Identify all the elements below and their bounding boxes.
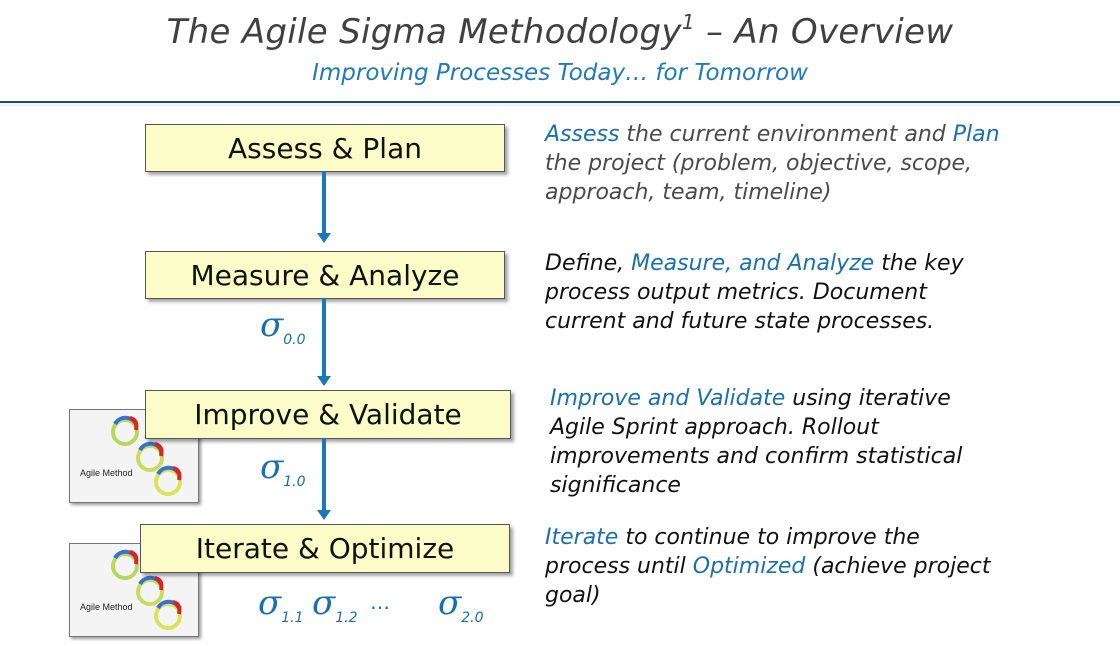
step-assess-plan[interactable]: Assess & Plan bbox=[145, 124, 505, 172]
sigma-symbol: σ bbox=[260, 447, 284, 487]
description-text: the current environment and bbox=[619, 122, 953, 147]
sigma-subscript: 1.1 bbox=[281, 609, 304, 626]
sigma-symbol: σ bbox=[260, 305, 284, 345]
page-subtitle: Improving Processes Today… for Tomorrow bbox=[312, 60, 808, 86]
sigma-subscript: 0.0 bbox=[283, 331, 306, 348]
sigma-label: σ1.2 bbox=[312, 586, 357, 625]
header-divider-glow bbox=[0, 103, 1120, 106]
sigma-symbol: σ bbox=[258, 583, 282, 623]
title-text: The Agile Sigma Methodology bbox=[166, 12, 682, 52]
highlighted-term: Assess bbox=[545, 122, 620, 147]
thumbnail-label: Agile Method bbox=[80, 602, 133, 612]
highlighted-term: Improve and Validate bbox=[550, 386, 786, 411]
step-description: Improve and Validate using iterative Agi… bbox=[550, 384, 1010, 500]
description-text: Define, bbox=[545, 251, 632, 276]
page-title: The Agile Sigma Methodology1 – An Overvi… bbox=[0, 10, 1120, 52]
sigma-label: σ1.0 bbox=[260, 450, 305, 489]
sigma-symbol: σ bbox=[312, 583, 336, 623]
footnote-marker: 1 bbox=[681, 10, 695, 34]
thumbnail-label: Agile Method bbox=[80, 468, 133, 478]
sigma-subscript: 1.2 bbox=[335, 609, 358, 626]
sigma-label: σ2.0 bbox=[438, 586, 483, 625]
sigma-label: σ0.0 bbox=[260, 308, 305, 347]
sigma-subscript: 2.0 bbox=[461, 609, 484, 626]
description-text: the project (problem, objective, scope, … bbox=[545, 151, 972, 205]
highlighted-term: Optimized bbox=[692, 554, 806, 579]
highlighted-term: Measure, and Analyze bbox=[631, 251, 875, 276]
sigma-symbol: σ bbox=[438, 583, 462, 623]
highlighted-term: Plan bbox=[952, 122, 1000, 147]
sigma-label: σ1.1 bbox=[258, 586, 303, 625]
sigma-ellipsis: … bbox=[370, 590, 392, 614]
step-description: Define, Measure, and Analyze the key pro… bbox=[545, 249, 1005, 336]
step-iterate-optimize[interactable]: Iterate & Optimize bbox=[140, 524, 510, 573]
sigma-subscript: 1.0 bbox=[283, 473, 306, 490]
step-improve-validate[interactable]: Improve & Validate bbox=[145, 390, 511, 439]
flow-arrow bbox=[317, 171, 331, 243]
step-measure-analyze[interactable]: Measure & Analyze bbox=[145, 251, 505, 299]
title-suffix: – An Overview bbox=[694, 12, 954, 52]
flow-arrow bbox=[317, 298, 331, 386]
step-description: Assess the current environment and Plan … bbox=[545, 120, 1015, 207]
flow-arrow bbox=[317, 438, 331, 520]
step-description: Iterate to continue to improve the proce… bbox=[545, 523, 1005, 610]
highlighted-term: Iterate bbox=[545, 525, 619, 550]
